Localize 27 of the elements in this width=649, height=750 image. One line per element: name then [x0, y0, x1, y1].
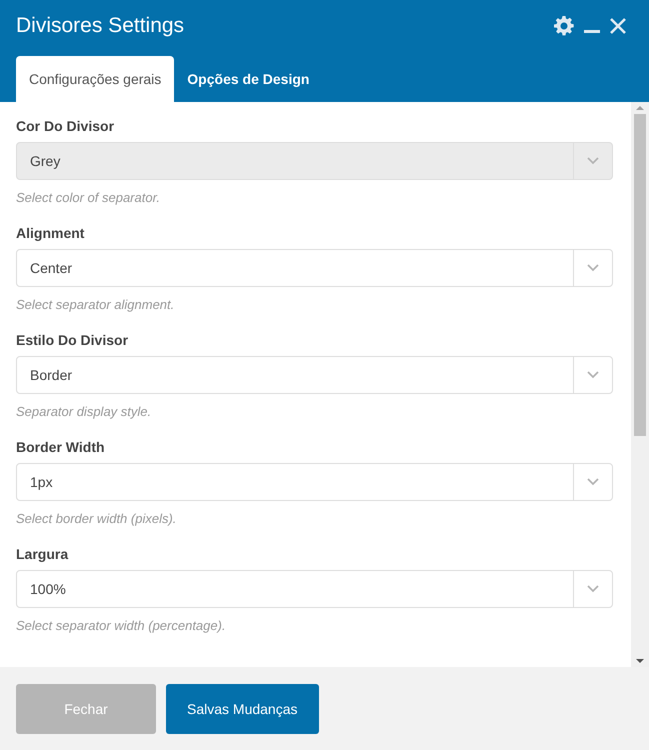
field-label: Alignment — [16, 225, 86, 241]
help-text: Select separator width (percentage). — [16, 618, 227, 633]
save-button[interactable]: Salvas Mudanças — [166, 684, 319, 734]
field-label: Cor Do Divisor — [16, 118, 116, 134]
minimize-icon[interactable] — [584, 30, 600, 34]
settings-icon[interactable] — [554, 16, 574, 36]
chevron-down-icon — [587, 371, 599, 379]
close-icon[interactable] — [610, 18, 626, 34]
select-field[interactable]: 1px — [16, 463, 613, 501]
field-label: Largura — [16, 546, 70, 562]
help-text: Select border width (pixels). — [16, 511, 178, 526]
field-label: Border Width — [16, 439, 106, 455]
select-field[interactable]: Center — [16, 249, 613, 287]
field-label: Estilo Do Divisor — [16, 332, 130, 348]
chevron-down-icon — [587, 585, 599, 593]
help-text: Select separator alignment. — [16, 297, 176, 312]
chevron-down-icon — [587, 478, 599, 486]
chevron-down-icon — [587, 264, 599, 272]
help-text: Select color of separator. — [16, 190, 162, 205]
chevron-down-icon — [587, 157, 599, 165]
tab[interactable]: Configurações gerais — [16, 56, 174, 102]
select-field[interactable]: Border — [16, 356, 613, 394]
tab[interactable]: Opções de Design — [174, 56, 322, 102]
scrollbar-thumb[interactable] — [634, 114, 646, 436]
window-title: Divisores Settings — [16, 14, 184, 38]
help-text: Separator display style. — [16, 404, 152, 419]
select-field[interactable]: 100% — [16, 570, 613, 608]
